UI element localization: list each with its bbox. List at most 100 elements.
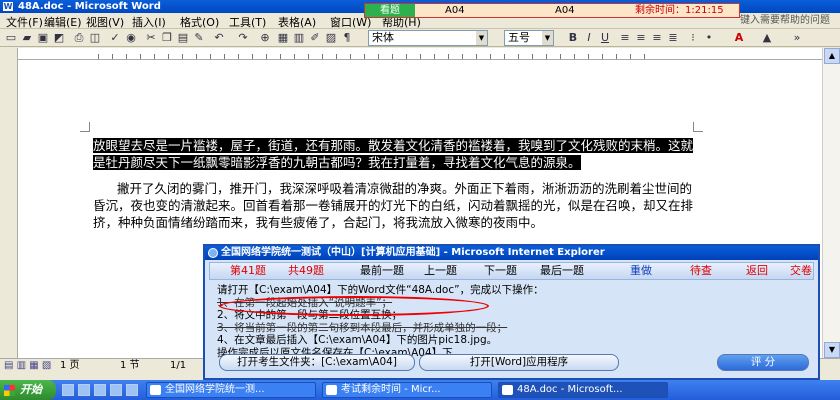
font-size-select[interactable]: 五号 ▼ — [504, 30, 554, 46]
copy-icon[interactable]: ❐ — [160, 31, 174, 45]
watch-question-button[interactable]: 看题 — [365, 4, 415, 17]
taskbar-task-word[interactable]: 48A.doc - Microsoft... — [498, 382, 668, 398]
highlight-icon[interactable]: ▲ — [760, 31, 774, 45]
quick-launch-icon[interactable] — [94, 384, 106, 396]
taskbar-task-exam[interactable]: 全国网络学院统一测... — [146, 382, 316, 398]
next-question-button[interactable]: 下一题 — [484, 263, 517, 279]
score-button[interactable]: 评 分 — [717, 354, 809, 371]
permission-icon[interactable]: ◩ — [52, 31, 66, 45]
word-app-icon: W — [3, 2, 13, 11]
scroll-up-icon[interactable]: ▲ — [824, 48, 840, 64]
prev-question-button[interactable]: 上一题 — [424, 263, 457, 279]
return-button[interactable]: 返回 — [746, 263, 768, 279]
menu-insert[interactable]: 插入(I) — [132, 14, 166, 30]
save-icon[interactable]: ▣ — [36, 31, 50, 45]
drawing-icon[interactable]: ✐ — [308, 31, 322, 45]
margin-corner-mark — [80, 122, 90, 132]
print-icon[interactable]: ⎙ — [72, 31, 86, 45]
windows-flag-icon — [4, 385, 15, 396]
format-painter-icon[interactable]: ✎ — [192, 31, 206, 45]
menu-edit[interactable]: 编辑(E) — [44, 14, 82, 30]
show-hide-icon[interactable]: ¶ — [340, 31, 354, 45]
font-size-value: 五号 — [508, 31, 530, 44]
step-4: 4、在文章最后插入【C:\exam\A04】下的图片pic18.jpg。 — [217, 334, 498, 346]
hyperlink-icon[interactable]: ⊕ — [258, 31, 272, 45]
margin-corner-mark — [693, 122, 703, 132]
pending-button[interactable]: 待查 — [690, 263, 712, 279]
annotation-circle — [219, 296, 489, 316]
paragraph-2-text: 撇开了久闭的雾门，推开门，我深深呼吸着清凉微甜的净爽。外面正下着雨，淅淅沥沥的洗… — [93, 181, 694, 230]
paste-icon[interactable]: ▤ — [176, 31, 190, 45]
timer-question-id: A04 — [445, 5, 465, 16]
status-pagecount: 1/1 — [170, 360, 187, 371]
columns-icon[interactable]: ▥ — [292, 31, 306, 45]
chevron-down-icon[interactable]: ▼ — [476, 31, 487, 45]
last-question-button[interactable]: 最后一题 — [540, 263, 584, 279]
window-title: 48A.doc - Microsoft Word — [18, 1, 161, 12]
view-buttons-icon[interactable]: ▤ ▥ ▦ ▧ — [4, 359, 51, 372]
cut-icon[interactable]: ✂ — [144, 31, 158, 45]
timer-question-id-2: A04 — [555, 5, 575, 16]
task-label: 48A.doc - Microsoft... — [517, 384, 623, 395]
new-doc-icon[interactable]: ▭ — [4, 31, 18, 45]
align-left-icon[interactable]: ≡ — [618, 31, 632, 45]
scroll-down-icon[interactable]: ▼ — [824, 342, 840, 358]
exam-nav-bar: 第41题 共49题 最前一题 上一题 下一题 最后一题 重做 待查 返回 交卷 — [209, 262, 814, 280]
tables-icon[interactable]: ▦ — [276, 31, 290, 45]
help-prompt[interactable]: 键入需要帮助的问题 — [740, 13, 840, 29]
vertical-scrollbar[interactable]: ▲ ▼ — [822, 48, 840, 358]
justify-icon[interactable]: ≣ — [666, 31, 680, 45]
start-button[interactable]: 开始 — [0, 380, 56, 400]
status-section: 1 节 — [120, 360, 140, 371]
quick-launch-icon[interactable] — [78, 384, 90, 396]
horizontal-ruler — [18, 48, 822, 60]
menu-file[interactable]: 文件(F) — [6, 14, 43, 30]
italic-button[interactable]: I — [582, 31, 596, 45]
bullets-icon[interactable]: • — [702, 31, 716, 45]
toolbar-options-icon[interactable]: » — [790, 31, 804, 45]
undo-icon[interactable]: ↶ — [212, 31, 226, 45]
redo-button[interactable]: 重做 — [630, 263, 652, 279]
research-icon[interactable]: ◉ — [124, 31, 138, 45]
first-question-button[interactable]: 最前一题 — [360, 263, 404, 279]
exam-window-title: 全国网络学院统一测试（中山）[计算机应用基础] - Microsoft Inte… — [205, 246, 818, 260]
exam-timer-bar: 看题 A04 A04 剩余时间： 1:21:15 — [364, 3, 740, 18]
open-folder-button[interactable]: 打开考生文件夹：[C:\exam\A04] — [219, 354, 415, 371]
align-right-icon[interactable]: ≡ — [650, 31, 664, 45]
document-paragraph-1[interactable]: 放眼望去尽是一片褴褛，屋子，街道，还有那雨。散发着文化清香的褴褛着，我嗅到了文化… — [93, 137, 694, 171]
font-family-value: 宋体 — [372, 31, 394, 44]
quick-launch-icon[interactable] — [62, 384, 74, 396]
font-family-select[interactable]: 宋体 ▼ — [368, 30, 488, 46]
underline-button[interactable]: U — [598, 31, 612, 45]
menu-format[interactable]: 格式(O) — [180, 14, 219, 30]
task-label: 全国网络学院统一测... — [165, 384, 265, 395]
menu-table[interactable]: 表格(A) — [278, 14, 316, 30]
bold-button[interactable]: B — [566, 31, 580, 45]
menu-tools[interactable]: 工具(T) — [229, 14, 266, 30]
chevron-down-icon[interactable]: ▼ — [542, 31, 553, 45]
font-color-icon[interactable]: A — [732, 31, 746, 45]
quick-launch-icon[interactable] — [110, 384, 122, 396]
selected-text[interactable]: 放眼望去尽是一片褴褛，屋子，街道，还有那雨。散发着文化清香的褴褛着，我嗅到了文化… — [93, 138, 694, 170]
ie-icon — [208, 248, 218, 258]
spelling-icon[interactable]: ✓ — [108, 31, 122, 45]
formatting-toolbar: ▭ ▰ ▣ ◩ ⎙ ◫ ✓ ◉ ✂ ❐ ▤ ✎ ↶ ↷ ⊕ ▦ ▥ ✐ ▨ ¶ … — [0, 29, 840, 47]
remaining-time-value: 1:21:15 — [685, 5, 724, 16]
taskbar-task-timer[interactable]: 考试剩余时间 - Micr... — [322, 382, 492, 398]
redo-icon[interactable]: ↷ — [236, 31, 250, 45]
quick-launch-icon[interactable] — [126, 384, 138, 396]
step-3: 3、将当前第一段的第二句移到本段最后，并形成单独的一段； — [217, 321, 508, 334]
document-paragraph-2[interactable]: 撇开了久闭的雾门，推开门，我深深呼吸着清凉微甜的净爽。外面正下着雨，淅淅沥沥的洗… — [93, 180, 693, 231]
align-center-icon[interactable]: ≡ — [634, 31, 648, 45]
numbering-icon[interactable]: ⁝ — [686, 31, 700, 45]
menu-view[interactable]: 视图(V) — [86, 14, 124, 30]
current-question-label: 第41题 — [230, 264, 266, 277]
ruler-ticks — [98, 54, 658, 59]
print-preview-icon[interactable]: ◫ — [88, 31, 102, 45]
document-map-icon[interactable]: ▨ — [324, 31, 338, 45]
status-page: 1 页 — [60, 360, 80, 371]
open-word-button[interactable]: 打开[Word]应用程序 — [419, 354, 619, 371]
open-folder-icon[interactable]: ▰ — [20, 31, 34, 45]
total-question-label: 共49题 — [288, 264, 324, 277]
submit-button[interactable]: 交卷 — [790, 263, 812, 279]
